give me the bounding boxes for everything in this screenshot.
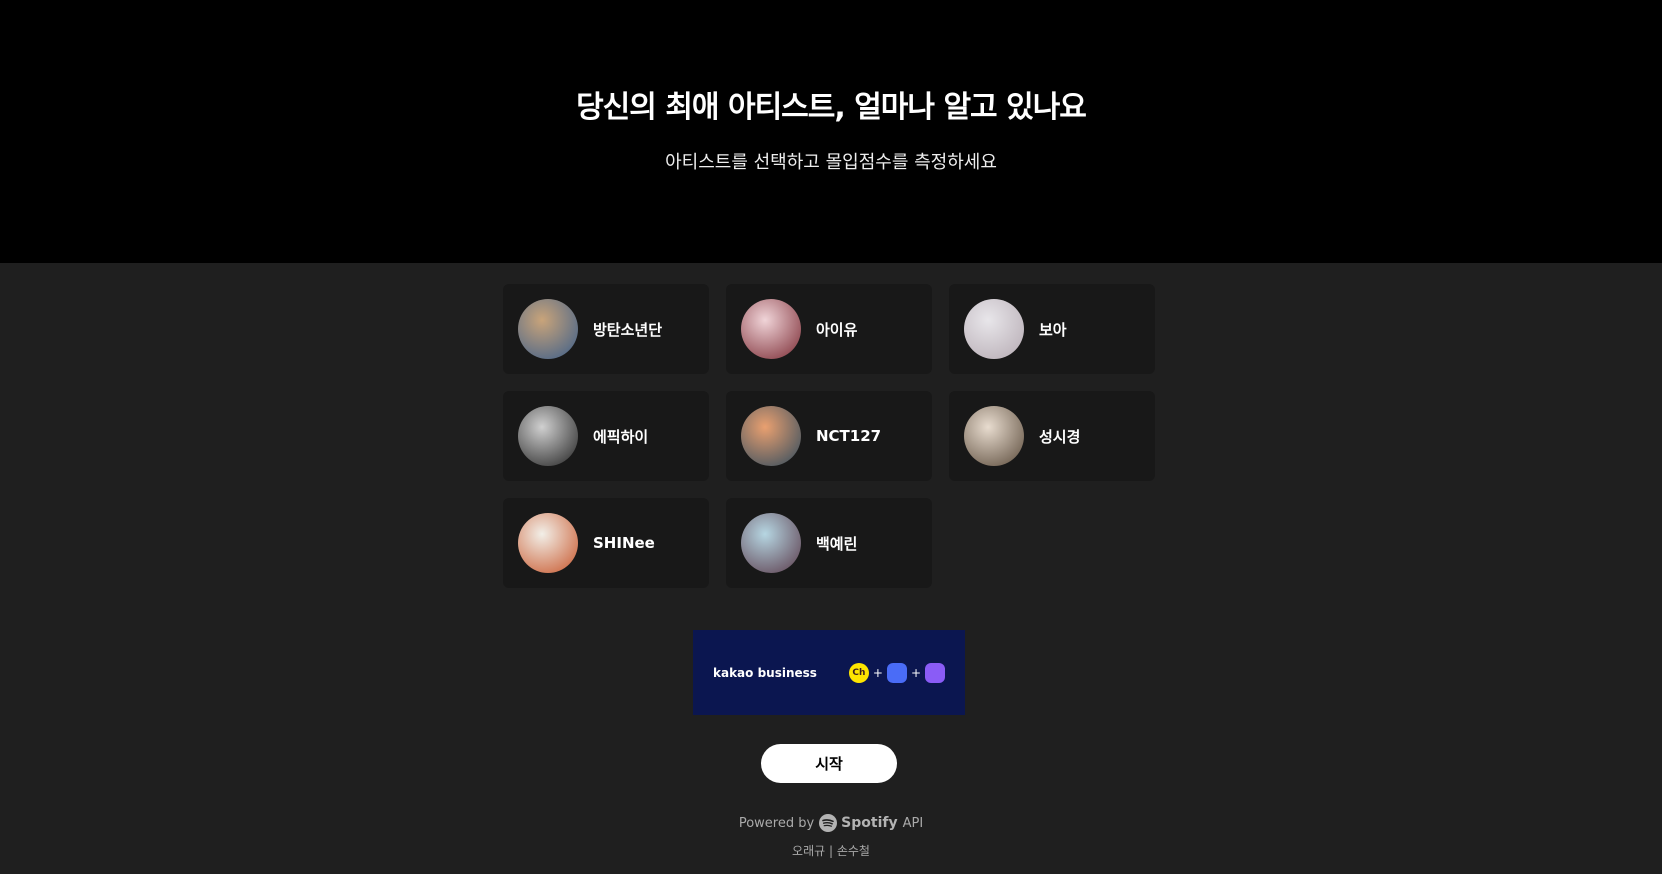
artist-avatar bbox=[964, 299, 1024, 359]
plus-icon: + bbox=[910, 665, 921, 680]
artist-grid: 방탄소년단 아이유 보아에픽하이 NCT127 성시경 SHINee 백예린 bbox=[503, 284, 1155, 588]
ad-icons: Ch + + bbox=[848, 662, 945, 683]
artist-card[interactable]: NCT127 bbox=[726, 391, 932, 481]
ad-brand-text: kakao business bbox=[713, 665, 817, 680]
start-button[interactable]: 시작 bbox=[761, 744, 897, 783]
api-label: API bbox=[902, 815, 924, 831]
page-title: 당신의 최애 아티스트, 얼마나 알고 있나요 bbox=[576, 90, 1087, 125]
artist-name: 보아 bbox=[1039, 320, 1067, 339]
artist-name: 에픽하이 bbox=[593, 427, 649, 446]
artist-avatar bbox=[518, 406, 578, 466]
artist-card[interactable]: 방탄소년단 bbox=[503, 284, 709, 374]
spotify-logo: Spotify bbox=[819, 814, 898, 832]
artist-avatar bbox=[741, 299, 801, 359]
artist-card[interactable]: 성시경 bbox=[949, 391, 1155, 481]
artist-avatar bbox=[518, 513, 578, 573]
artist-card[interactable]: 아이유 bbox=[726, 284, 932, 374]
artist-avatar bbox=[741, 513, 801, 573]
hero-section: 당신의 최애 아티스트, 얼마나 알고 있나요 아티스트를 선택하고 몰입점수를… bbox=[0, 0, 1662, 263]
kakao-channel-icon: Ch bbox=[848, 662, 869, 683]
artist-name: NCT127 bbox=[816, 427, 882, 445]
kakao-bizboard-icon bbox=[925, 662, 945, 683]
kakao-moment-icon bbox=[886, 662, 907, 683]
credits: 오래규 | 손수철 bbox=[792, 844, 870, 858]
artist-card[interactable]: 에픽하이 bbox=[503, 391, 709, 481]
artist-name: 아이유 bbox=[816, 320, 858, 339]
artist-avatar bbox=[964, 406, 1024, 466]
artist-name: 성시경 bbox=[1039, 427, 1081, 446]
plus-icon: + bbox=[872, 665, 883, 680]
kakao-business-banner[interactable]: kakao business Ch + + bbox=[693, 630, 965, 715]
artist-name: 방탄소년단 bbox=[593, 320, 663, 339]
powered-by: Powered by Spotify API bbox=[0, 814, 1662, 832]
artist-name: 백예린 bbox=[816, 534, 858, 553]
page-subtitle: 아티스트를 선택하고 몰입점수를 측정하세요 bbox=[665, 152, 997, 173]
artist-avatar bbox=[741, 406, 801, 466]
spotify-icon bbox=[819, 814, 838, 832]
artist-card[interactable]: 보아 bbox=[949, 284, 1155, 374]
powered-prefix: Powered by bbox=[738, 815, 815, 831]
spotify-wordmark: Spotify bbox=[841, 815, 898, 831]
artist-name: SHINee bbox=[593, 534, 655, 552]
artist-avatar bbox=[518, 299, 578, 359]
artist-card[interactable]: 백예린 bbox=[726, 498, 932, 588]
artist-card[interactable]: SHINee bbox=[503, 498, 709, 588]
